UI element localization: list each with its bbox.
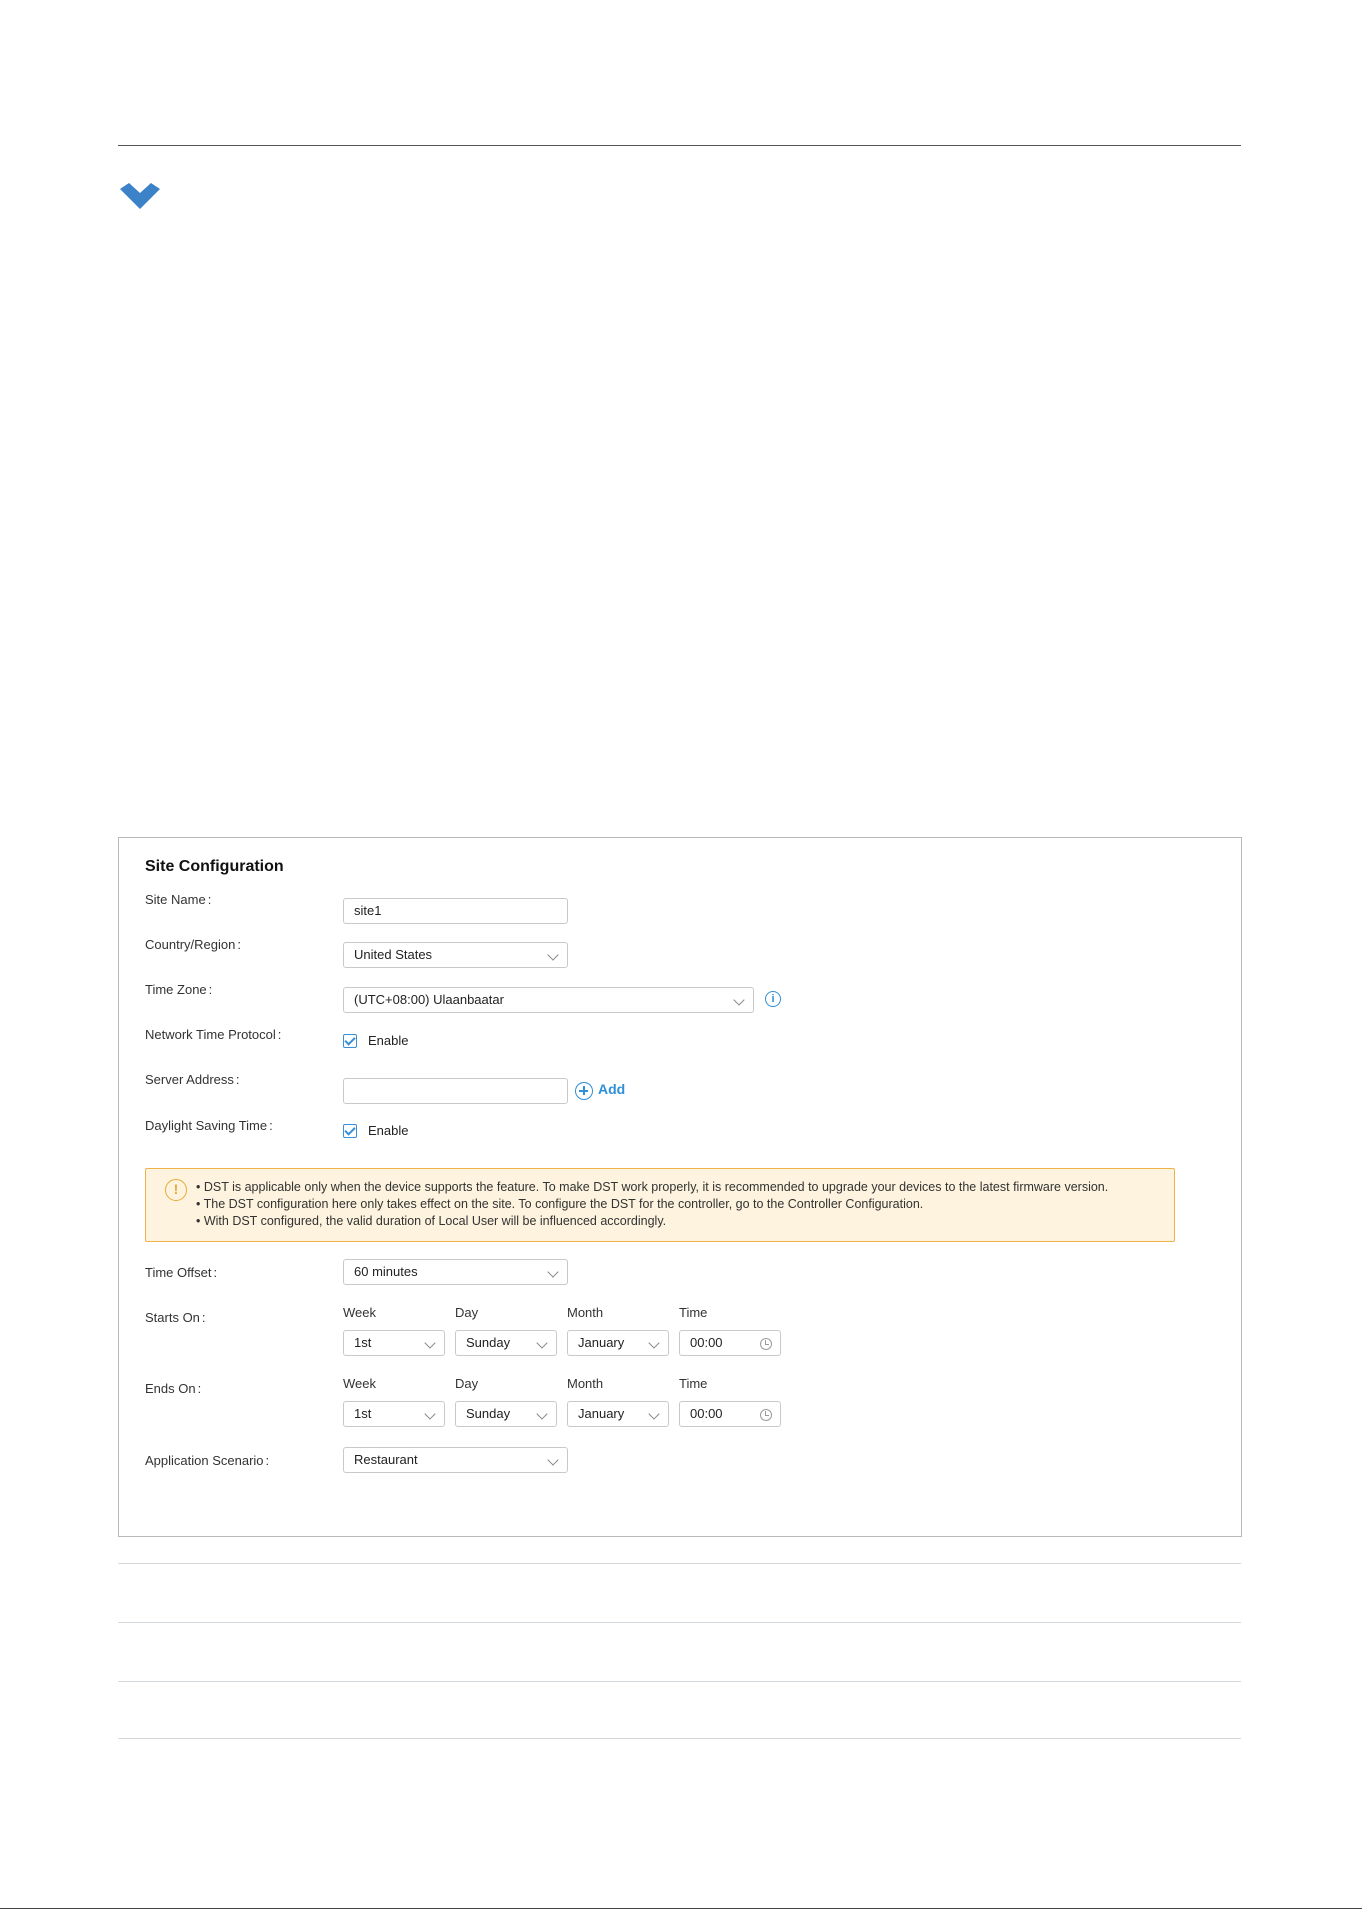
site-name-label: Site Name: [145,892,212,907]
time-offset-label: Time Offset: [145,1265,218,1280]
clock-icon [760,1409,772,1421]
add-circle-icon[interactable] [575,1082,593,1100]
chevron-down-icon [536,1337,548,1349]
ntp-enable-checkbox[interactable] [343,1034,357,1048]
dst-enable-checkbox[interactable] [343,1124,357,1138]
ends-on-label: Ends On: [145,1381,202,1396]
clock-icon [760,1338,772,1350]
starts-day-select[interactable]: Sunday [455,1330,557,1356]
ends-time-input[interactable]: 00:00 [679,1401,781,1427]
site-name-input[interactable]: site1 [343,898,568,924]
ends-month-select[interactable]: January [567,1401,669,1427]
chevron-down-icon [424,1337,436,1349]
top-divider [118,145,1241,146]
week-heading: Week [343,1376,376,1391]
divider [118,1622,1241,1623]
divider [118,1738,1241,1739]
ends-day-select[interactable]: Sunday [455,1401,557,1427]
starts-month-select[interactable]: January [567,1330,669,1356]
time-heading: Time [679,1376,708,1391]
notice-text: • DST is applicable only when the device… [196,1179,1108,1230]
chevron-down-icon [648,1337,660,1349]
chevron-down-icon [536,1408,548,1420]
time-zone-select[interactable]: (UTC+08:00) Ulaanbaatar [343,987,754,1013]
info-icon[interactable]: i [765,991,781,1007]
day-heading: Day [455,1376,479,1391]
dst-label: Daylight Saving Time: [145,1118,273,1133]
divider [118,1681,1241,1682]
notice-line: • With DST configured, the valid duratio… [196,1214,667,1228]
month-heading: Month [567,1376,604,1391]
chevron-down-icon [424,1408,436,1420]
starts-time-input[interactable]: 00:00 [679,1330,781,1356]
notice-line: • DST is applicable only when the device… [196,1180,1109,1194]
starts-week-select[interactable]: 1st [343,1330,445,1356]
time-heading: Time [679,1305,708,1320]
dst-enable-label: Enable [368,1123,409,1138]
time-offset-select[interactable]: 60 minutes [343,1259,568,1285]
chevron-down-icon [547,1266,559,1278]
time-zone-label: Time Zone: [145,982,213,997]
country-region-label: Country/Region: [145,937,241,952]
day-heading: Day [455,1305,479,1320]
chevron-down-icon [733,994,745,1006]
application-scenario-label: Application Scenario: [145,1453,270,1468]
server-address-label: Server Address: [145,1072,240,1087]
chevron-down-icon [547,1454,559,1466]
ends-week-select[interactable]: 1st [343,1401,445,1427]
ntp-enable-label: Enable [368,1033,409,1048]
week-heading: Week [343,1305,376,1320]
notice-line: • The DST configuration here only takes … [196,1197,924,1211]
divider [118,1563,1241,1564]
chevron-down-icon[interactable] [118,183,162,215]
application-scenario-select[interactable]: Restaurant [343,1447,568,1473]
country-region-select[interactable]: United States [343,942,568,968]
footer-rule [0,1908,1362,1909]
month-heading: Month [567,1305,604,1320]
panel-title: Site Configuration [145,858,284,875]
site-configuration-panel: Site Configuration Site Name: site1 Coun… [118,837,1242,1537]
chevron-down-icon [547,949,559,961]
chevron-down-icon [648,1408,660,1420]
warning-icon: ! [165,1179,187,1201]
add-server-button[interactable]: Add [598,1081,625,1097]
ntp-label: Network Time Protocol: [145,1027,282,1042]
server-address-input[interactable] [343,1078,568,1104]
starts-on-label: Starts On: [145,1310,206,1325]
dst-notice: ! • DST is applicable only when the devi… [145,1168,1175,1242]
